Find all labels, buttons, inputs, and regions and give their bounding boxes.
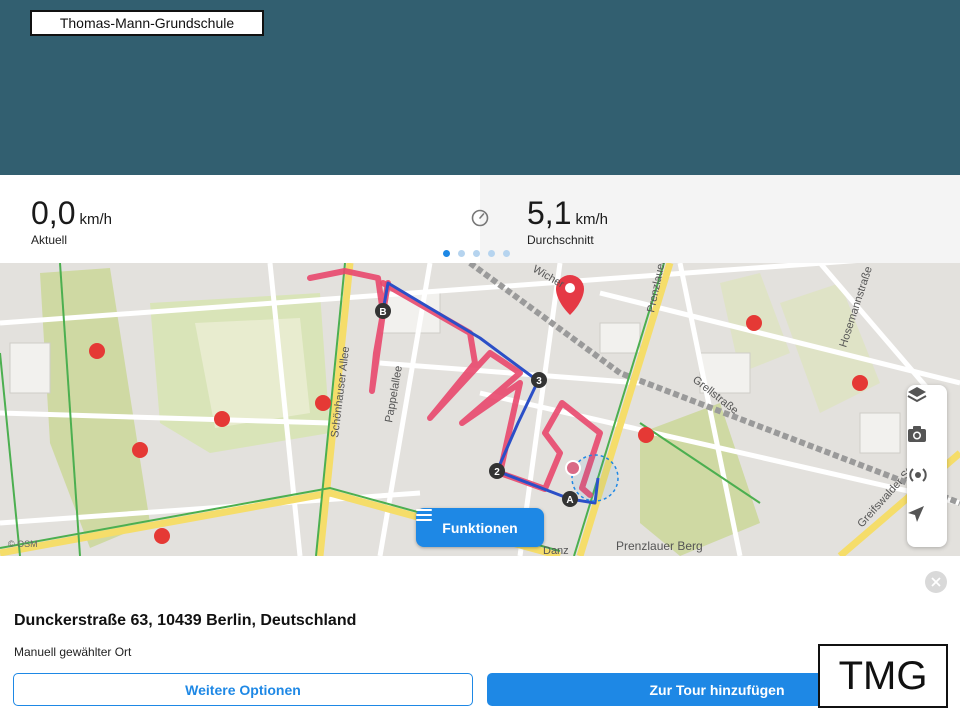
pager-dot[interactable]: [458, 250, 465, 257]
location-subtitle: Manuell gewählter Ort: [14, 645, 132, 659]
stats-pager[interactable]: [443, 250, 510, 258]
building-block: [9, 342, 51, 394]
average-speed-unit: km/h: [575, 211, 608, 228]
app-root: Thomas-Mann-Grundschule 0,0 km/h Aktuell …: [0, 0, 960, 720]
bike-poi-icon: [89, 343, 105, 359]
header-bar: Thomas-Mann-Grundschule: [0, 0, 960, 175]
building-block: [859, 412, 901, 454]
bike-poi-icon: [852, 375, 868, 391]
locate-icon: [908, 506, 924, 522]
tmg-stamp: TMG: [818, 644, 948, 708]
pager-dot[interactable]: [503, 250, 510, 257]
street-label: Danz: [543, 545, 569, 556]
functions-button[interactable]: Funktionen: [416, 508, 544, 547]
school-label: Thomas-Mann-Grundschule: [30, 10, 264, 36]
route-marker-b-label: B: [379, 307, 386, 318]
route-marker-3-label: 3: [536, 376, 542, 387]
current-speed-unit: km/h: [79, 211, 112, 228]
current-position-icon: [565, 460, 581, 476]
pager-dot[interactable]: [443, 250, 450, 257]
more-options-button[interactable]: Weitere Optionen: [13, 673, 473, 706]
camera-icon: [908, 426, 926, 442]
current-speed-label: Aktuell: [31, 233, 68, 247]
stat-current-speed: 0,0 km/h Aktuell: [31, 195, 112, 247]
current-speed-value: 0,0: [31, 195, 76, 231]
average-speed-value: 5,1: [527, 195, 572, 231]
close-icon: [931, 577, 941, 587]
bike-poi-icon: [315, 395, 331, 411]
park-area: [40, 268, 150, 548]
pager-dot[interactable]: [488, 250, 495, 257]
map-attribution[interactable]: © OSM: [8, 539, 38, 549]
location-panel: Dunckerstraße 63, 10439 Berlin, Deutschl…: [0, 556, 960, 720]
district-label: Prenzlauer Berg: [616, 539, 703, 553]
camera-button[interactable]: [907, 425, 947, 465]
bike-poi-icon: [154, 528, 170, 544]
bike-poi-icon: [214, 411, 230, 427]
layers-button[interactable]: [907, 385, 947, 425]
stat-average-speed: 5,1 km/h Durchschnitt: [527, 195, 608, 247]
close-button[interactable]: [925, 571, 947, 593]
park-area: [195, 318, 310, 428]
average-speed-label: Durchschnitt: [527, 233, 594, 247]
location-address: Dunckerstraße 63, 10439 Berlin, Deutschl…: [14, 612, 357, 629]
menu-icon: [416, 509, 432, 521]
radar-button[interactable]: [907, 465, 947, 505]
radar-icon: [909, 468, 927, 482]
park-area: [640, 403, 760, 556]
stats-panel: 0,0 km/h Aktuell 5,1 km/h Durchschnitt: [0, 175, 960, 263]
bike-poi-icon: [746, 315, 762, 331]
bike-poi-icon: [132, 442, 148, 458]
position-accuracy-circle: [571, 454, 619, 502]
functions-button-label: Funktionen: [442, 519, 518, 536]
layers-icon: [907, 387, 927, 403]
building-block: [599, 322, 641, 354]
map-tools-panel: [907, 385, 947, 547]
pager-dot[interactable]: [473, 250, 480, 257]
speedometer-icon: [471, 209, 489, 227]
bike-poi-icon: [638, 427, 654, 443]
route-marker-2-label: 2: [494, 467, 500, 478]
route-marker-a-label: A: [566, 495, 573, 506]
locate-button[interactable]: [907, 505, 947, 545]
map-view[interactable]: B 3 2 A Schönhauser Allee Pappelallee Gr…: [0, 263, 960, 556]
